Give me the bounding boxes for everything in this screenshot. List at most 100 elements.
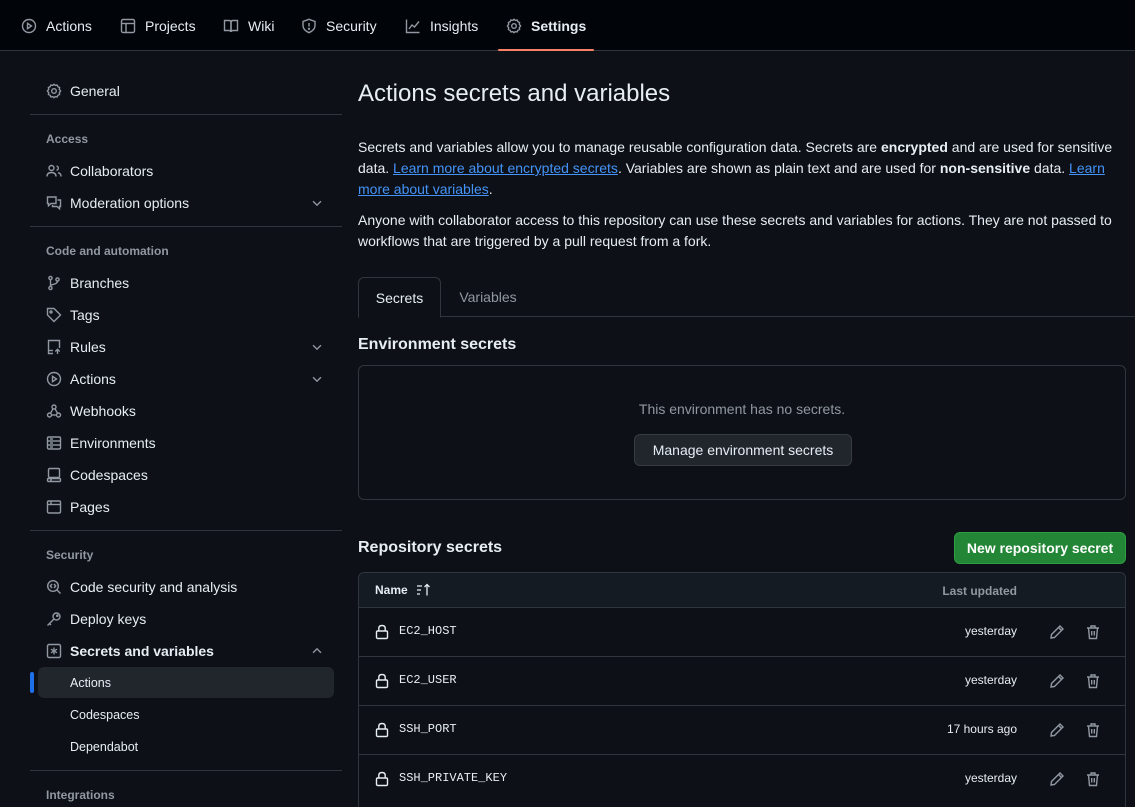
delete-secret-button[interactable]	[1083, 671, 1103, 691]
tab-settings[interactable]: Settings	[497, 0, 595, 51]
secret-name: EC2_HOST	[399, 624, 457, 638]
divider	[30, 114, 342, 115]
trash-icon	[1087, 723, 1099, 738]
intro-text: Secrets and variables allow you to manag…	[358, 139, 881, 155]
environment-secrets-title: Environment secrets	[358, 336, 517, 353]
sidebar-heading-security: Security	[46, 548, 94, 562]
tab-label: Settings	[531, 17, 587, 34]
tab-projects[interactable]: Projects	[120, 0, 196, 51]
repository-secrets-title: Repository secrets	[358, 539, 503, 556]
tab-security[interactable]: Security	[301, 0, 377, 51]
sidebar-item-codespaces[interactable]: Codespaces	[38, 460, 334, 490]
new-repository-secret-button[interactable]: New repository secret	[954, 532, 1126, 564]
sidebar-item-collaborators[interactable]: Collaborators	[38, 156, 334, 186]
column-header-name: Name	[375, 583, 408, 597]
trash-icon	[1087, 772, 1099, 787]
tab-insights[interactable]: Insights	[405, 0, 478, 51]
delete-secret-button[interactable]	[1083, 720, 1103, 740]
intro-paragraph: Secrets and variables allow you to manag…	[358, 137, 1126, 200]
sidebar-item-label: Codespaces	[70, 467, 148, 483]
lock-icon	[375, 624, 389, 640]
webhook-icon	[46, 404, 62, 418]
edit-secret-button[interactable]	[1047, 671, 1067, 691]
sidebar-item-actions[interactable]: Actions	[38, 364, 334, 394]
table-header: Name Last updated	[359, 573, 1125, 608]
sidebar-item-secrets-variables[interactable]: Secrets and variables	[38, 636, 334, 666]
sidebar-item-general[interactable]: General	[38, 76, 334, 106]
sidebar-item-deploy-keys[interactable]: Deploy keys	[38, 604, 334, 634]
sidebar-item-environments[interactable]: Environments	[38, 428, 334, 458]
sidebar-item-tags[interactable]: Tags	[38, 300, 334, 330]
table-row: SSH_PORT 17 hours ago	[359, 706, 1125, 755]
tab-label: Actions	[46, 17, 92, 34]
chevron-down-icon	[312, 200, 322, 207]
pencil-icon	[1050, 723, 1064, 737]
lock-icon	[375, 722, 389, 738]
sidebar-item-webhooks[interactable]: Webhooks	[38, 396, 334, 426]
people-icon	[46, 164, 62, 177]
sidebar-subitem-actions[interactable]: Actions	[30, 667, 334, 698]
sidebar-subitem-codespaces[interactable]: Codespaces	[38, 699, 334, 730]
play-circle-icon	[21, 18, 37, 33]
sidebar-item-code-security[interactable]: Code security and analysis	[38, 572, 334, 602]
delete-secret-button[interactable]	[1083, 622, 1103, 642]
secret-name: SSH_PRIVATE_KEY	[399, 771, 508, 785]
sidebar-item-label: Collaborators	[70, 163, 154, 179]
tab-label: Security	[326, 17, 377, 34]
trash-icon	[1087, 625, 1099, 640]
sidebar-item-label: Environments	[70, 435, 156, 451]
codespaces-icon	[46, 467, 62, 483]
manage-environment-secrets-button[interactable]: Manage environment secrets	[634, 434, 852, 466]
sidebar-item-label: Code security and analysis	[70, 579, 238, 595]
column-header-last-updated: Last updated	[942, 584, 1017, 598]
pencil-icon	[1050, 772, 1064, 786]
book-icon	[223, 19, 239, 32]
tab-actions[interactable]: Actions	[21, 0, 92, 51]
delete-secret-button[interactable]	[1083, 769, 1103, 789]
sidebar-item-pages[interactable]: Pages	[38, 492, 334, 522]
gear-icon	[506, 17, 522, 34]
table-row: EC2_USER yesterday	[359, 657, 1125, 706]
edit-secret-button[interactable]	[1047, 769, 1067, 789]
play-circle-icon	[46, 371, 62, 387]
empty-state-text: This environment has no secrets.	[638, 401, 846, 417]
sidebar-item-label: Webhooks	[70, 403, 136, 419]
tab-secrets[interactable]: Secrets	[358, 277, 441, 318]
sidebar-item-rules[interactable]: Rules	[38, 332, 334, 362]
settings-sidebar: General Access Collaborators Moderation …	[0, 51, 350, 807]
intro-text: data.	[1030, 160, 1070, 176]
edit-secret-button[interactable]	[1047, 622, 1067, 642]
sidebar-heading-code: Code and automation	[46, 244, 169, 258]
sidebar-subitem-dependabot[interactable]: Dependabot	[38, 731, 334, 762]
key-icon	[47, 612, 61, 626]
sort-ascending-icon	[416, 583, 430, 596]
browser-icon	[46, 500, 62, 514]
comment-discussion-icon	[46, 196, 62, 211]
sidebar-item-label: Branches	[70, 275, 130, 291]
tab-wiki[interactable]: Wiki	[223, 0, 274, 51]
divider	[30, 770, 342, 771]
repo-push-icon	[47, 339, 61, 355]
chevron-down-icon	[312, 344, 322, 351]
secret-name: EC2_USER	[399, 673, 457, 687]
gear-icon	[46, 83, 62, 99]
sidebar-item-moderation[interactable]: Moderation options	[38, 188, 334, 218]
lock-icon	[375, 673, 389, 689]
sort-by-name-button[interactable]: Name	[375, 583, 432, 597]
pencil-icon	[1050, 674, 1064, 688]
divider	[30, 226, 342, 227]
pencil-icon	[1050, 625, 1064, 639]
tag-icon	[46, 307, 62, 323]
chevron-up-icon	[312, 647, 322, 654]
tab-variables[interactable]: Variables	[441, 277, 535, 317]
edit-secret-button[interactable]	[1047, 720, 1067, 740]
sidebar-heading-access: Access	[46, 132, 89, 146]
trash-icon	[1087, 674, 1099, 689]
sidebar-subitem-label: Dependabot	[70, 739, 139, 754]
sidebar-subitem-label: Actions	[70, 675, 111, 690]
learn-more-secrets-link[interactable]: Learn more about encrypted secrets	[393, 160, 618, 176]
sidebar-item-label: Rules	[70, 339, 106, 355]
sidebar-item-label: Deploy keys	[70, 611, 147, 627]
tab-label: Insights	[430, 17, 479, 34]
sidebar-item-branches[interactable]: Branches	[38, 268, 334, 298]
